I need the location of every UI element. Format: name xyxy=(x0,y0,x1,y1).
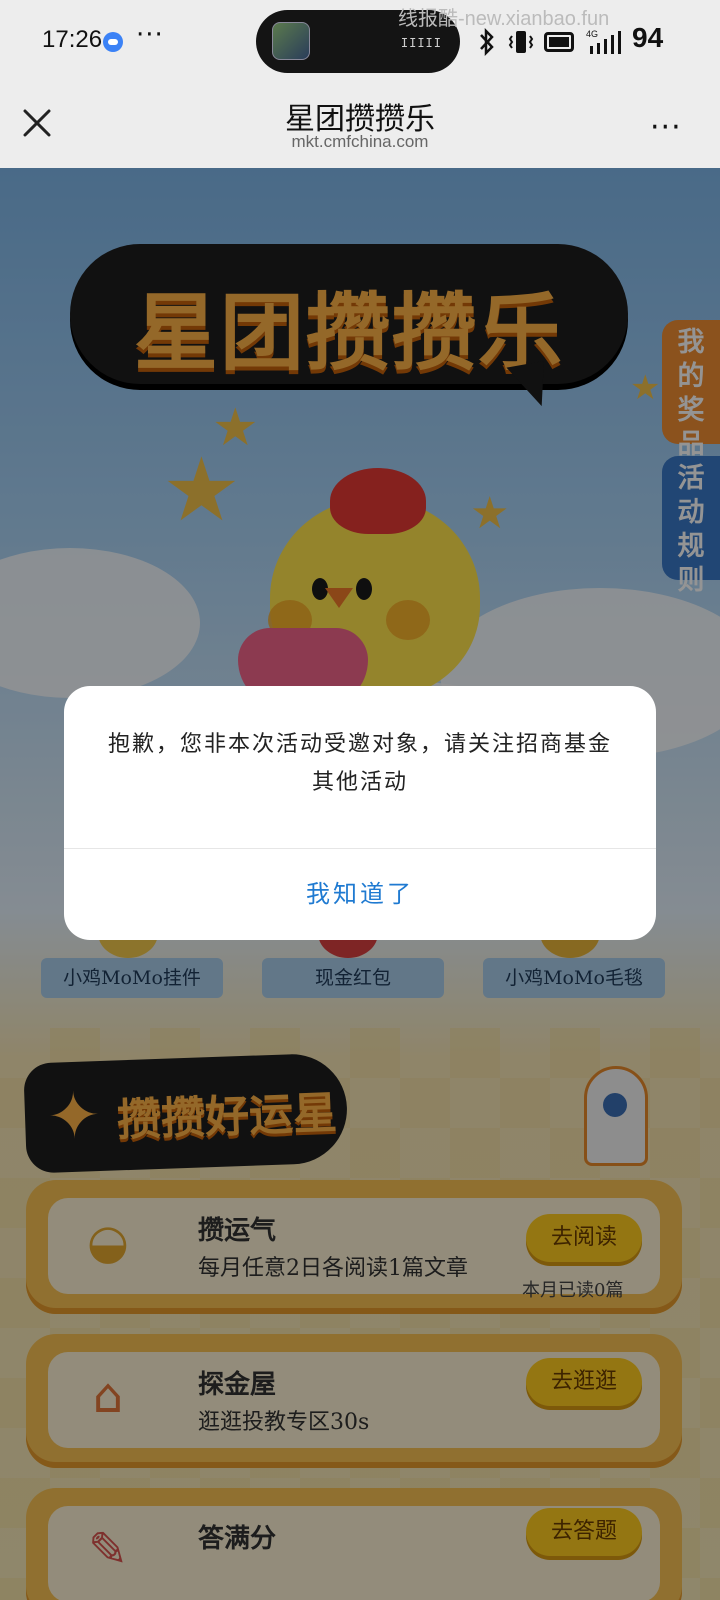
page-domain: mkt.cmfchina.com xyxy=(291,132,429,151)
status-bar: 17:26 ··· IIIII 线报酷-new.xianbao.fun 4G 9… xyxy=(0,0,720,82)
vibrate-icon xyxy=(508,31,534,53)
battery-outline-icon xyxy=(544,32,574,52)
alert-dialog: 抱歉，您非本次活动受邀对象，请关注招商基金其他活动 我知道了 xyxy=(64,686,656,940)
dialog-message: 抱歉，您非本次活动受邀对象，请关注招商基金其他活动 xyxy=(107,732,612,795)
dialog-confirm-button[interactable]: 我知道了 xyxy=(64,849,656,940)
bluetooth-icon xyxy=(480,28,494,56)
audio-bars-icon: IIIII xyxy=(400,36,442,50)
signal-icon: 4G xyxy=(586,29,621,54)
network-type: 4G xyxy=(586,29,598,39)
battery-percent: 94 xyxy=(632,22,664,53)
island-thumbnail xyxy=(272,22,310,60)
nav-bar: 星团攒攒乐 mkt.cmfchina.com ··· xyxy=(0,82,720,168)
status-time: 17:26 xyxy=(42,26,103,53)
more-menu-icon[interactable]: ··· xyxy=(650,110,682,145)
message-notification-icon xyxy=(103,32,123,52)
status-icons: 4G xyxy=(476,26,624,58)
status-more-icon: ··· xyxy=(136,20,164,50)
